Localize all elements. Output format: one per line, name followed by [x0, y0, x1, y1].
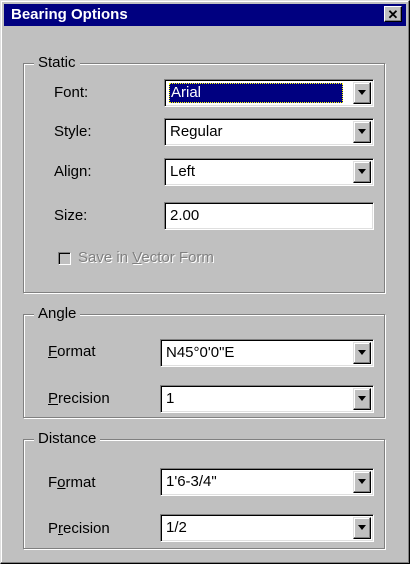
distance-precision-value: 1/2: [166, 519, 187, 536]
vector-form-label: Save in Vector Form: [78, 249, 214, 266]
size-label: Size:: [54, 207, 88, 224]
distance-format-select[interactable]: 1'6-3/4": [160, 468, 374, 496]
static-group: Static Font: Arial Style: Regular Align:…: [23, 54, 385, 293]
distance-format-label: Format: [48, 474, 96, 491]
angle-format-select[interactable]: N45°0'0"E: [160, 339, 374, 367]
angle-precision-label: Precision: [48, 390, 110, 407]
angle-format-label: Format: [48, 343, 96, 360]
chevron-down-icon: [358, 350, 366, 355]
vector-form-checkbox[interactable]: [58, 252, 71, 265]
angle-format-value: N45°0'0"E: [166, 344, 235, 361]
angle-group-legend: Angle: [34, 305, 81, 323]
distance-format-value: 1'6-3/4": [166, 473, 217, 490]
distance-group: Distance Format 1'6-3/4" Precision 1/2: [23, 430, 385, 549]
close-button[interactable]: ✕: [384, 6, 402, 22]
chevron-down-icon: [358, 90, 366, 95]
style-dropdown-button[interactable]: [353, 121, 371, 143]
align-label: Align:: [54, 163, 92, 180]
distance-format-dropdown-button[interactable]: [353, 471, 371, 493]
distance-group-legend: Distance: [34, 430, 101, 448]
static-group-legend: Static: [34, 54, 80, 72]
chevron-down-icon: [358, 479, 366, 484]
angle-format-dropdown-button[interactable]: [353, 342, 371, 364]
size-input-value: 2.00: [170, 207, 200, 224]
chevron-down-icon: [358, 525, 366, 530]
distance-precision-label: Precision: [48, 520, 110, 537]
font-dropdown-button[interactable]: [353, 82, 371, 104]
font-select-value: Arial: [169, 83, 343, 103]
style-select[interactable]: Regular: [164, 118, 374, 146]
angle-group: Angle Format N45°0'0"E Precision 1: [23, 305, 385, 418]
chevron-down-icon: [358, 129, 366, 134]
angle-precision-dropdown-button[interactable]: [353, 388, 371, 410]
distance-precision-select[interactable]: 1/2: [160, 514, 374, 542]
size-input[interactable]: 2.00: [164, 202, 374, 230]
angle-precision-value: 1: [166, 390, 175, 407]
align-dropdown-button[interactable]: [353, 161, 371, 183]
font-label: Font:: [54, 84, 89, 101]
align-select-value: Left: [170, 163, 196, 180]
distance-precision-dropdown-button[interactable]: [353, 517, 371, 539]
angle-precision-select[interactable]: 1: [160, 385, 374, 413]
title-bar[interactable]: Bearing Options ✕: [4, 4, 406, 26]
style-select-value: Regular: [170, 123, 223, 140]
chevron-down-icon: [358, 396, 366, 401]
align-select[interactable]: Left: [164, 158, 374, 186]
close-icon: ✕: [387, 7, 399, 22]
style-label: Style:: [54, 123, 92, 140]
font-select[interactable]: Arial: [164, 79, 374, 107]
bearing-options-dialog: Bearing Options ✕ Static Font: Arial Sty…: [0, 0, 410, 564]
chevron-down-icon: [358, 169, 366, 174]
window-title: Bearing Options: [11, 6, 128, 23]
